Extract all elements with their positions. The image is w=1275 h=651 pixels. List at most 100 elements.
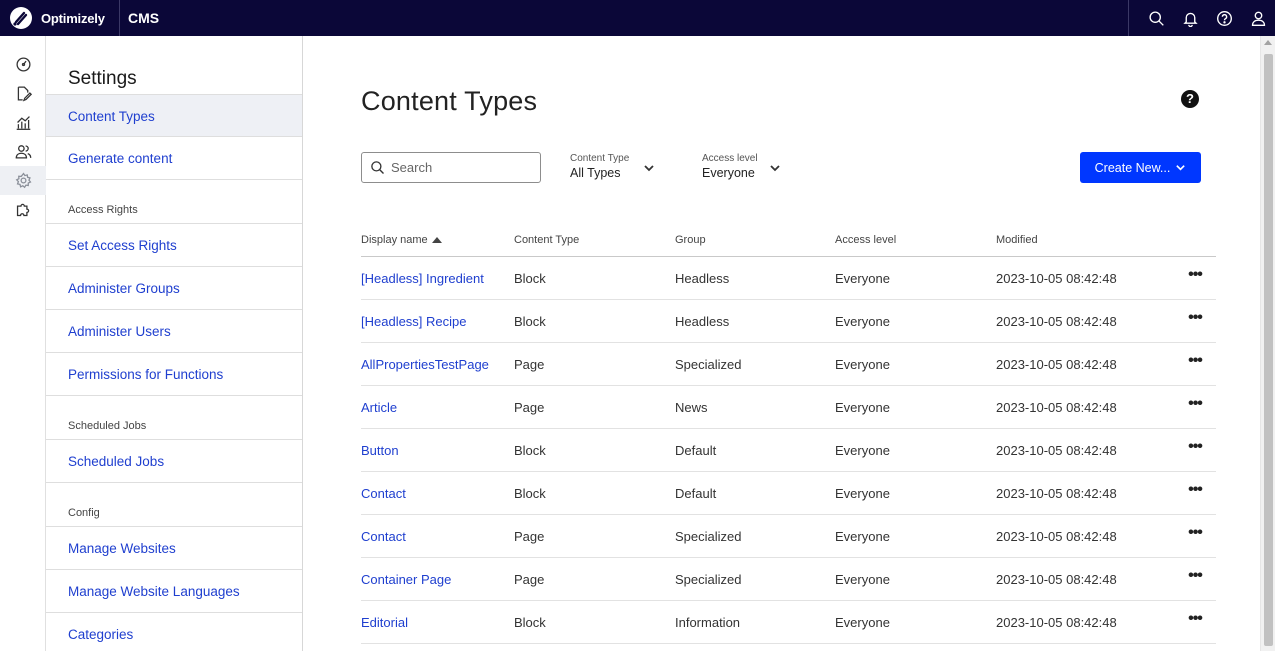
cell-modified: 2023-10-05 08:42:48 — [996, 485, 1117, 501]
cell-group: Specialized — [675, 528, 742, 544]
settings-title: Settings — [68, 68, 137, 89]
cell-modified: 2023-10-05 08:42:48 — [996, 528, 1117, 544]
help-icon[interactable] — [1207, 0, 1241, 36]
more-options-icon[interactable]: ••• — [1188, 310, 1203, 326]
help-button[interactable]: ? — [1181, 90, 1199, 108]
cell-display-name[interactable]: Contact — [361, 529, 514, 544]
row-actions-cell: ••• — [1174, 439, 1216, 455]
nav-administer-users[interactable]: Administer Users — [46, 310, 302, 353]
section-config: Config — [46, 483, 302, 527]
more-options-icon[interactable]: ••• — [1188, 482, 1203, 498]
cell-display-name[interactable]: Editorial — [361, 615, 514, 630]
cell-group: Headless — [675, 313, 730, 329]
more-options-icon[interactable]: ••• — [1188, 525, 1203, 541]
scroll-up-arrow-icon[interactable] — [1264, 40, 1272, 45]
create-new-button[interactable]: Create New... — [1080, 152, 1201, 183]
cell-content-type: Page — [514, 356, 545, 372]
header-modified[interactable]: Modified — [996, 234, 1174, 256]
more-options-icon[interactable]: ••• — [1188, 396, 1203, 412]
search-field[interactable] — [361, 152, 541, 183]
dashboard-icon[interactable] — [0, 50, 46, 79]
more-options-icon[interactable]: ••• — [1188, 439, 1203, 455]
product-name[interactable]: CMS — [128, 10, 159, 26]
nav-generate-content[interactable]: Generate content — [46, 137, 302, 180]
nav-set-access-rights[interactable]: Set Access Rights — [46, 224, 302, 267]
table-row: [Headless] Recipe Block Headless Everyone 20… — [361, 300, 1216, 343]
more-options-icon[interactable]: ••• — [1188, 267, 1203, 283]
bell-icon[interactable] — [1173, 0, 1207, 36]
search-icon — [371, 161, 384, 174]
cell-modified: 2023-10-05 08:42:48 — [996, 571, 1117, 587]
gear-icon[interactable] — [0, 166, 46, 195]
nav-permissions-for-functions[interactable]: Permissions for Functions — [46, 353, 302, 396]
more-options-icon[interactable]: ••• — [1188, 611, 1203, 627]
cell-modified: 2023-10-05 08:42:48 — [996, 270, 1117, 286]
content-type-filter[interactable]: Content Type All Types — [570, 153, 660, 183]
more-options-icon[interactable]: ••• — [1188, 568, 1203, 584]
chevron-down-icon — [769, 161, 781, 179]
cell-display-name[interactable]: Container Page — [361, 572, 514, 587]
cell-modified: 2023-10-05 08:42:48 — [996, 313, 1117, 329]
table-row: Contact Block Default Everyone 2023-10-05 08… — [361, 472, 1216, 515]
cell-group: Specialized — [675, 356, 742, 372]
table-header: Display name Content Type Group Access l… — [361, 234, 1216, 257]
cell-group: News — [675, 399, 708, 415]
nav-categories[interactable]: Categories — [46, 613, 302, 651]
header-group[interactable]: Group — [675, 234, 835, 256]
cell-access-level: Everyone — [835, 313, 890, 329]
access-level-filter[interactable]: Access level Everyone — [702, 153, 786, 183]
row-actions-cell: ••• — [1174, 310, 1216, 326]
top-bar: Optimizely CMS — [0, 0, 1275, 36]
nav-scheduled-jobs[interactable]: Scheduled Jobs — [46, 440, 302, 483]
cell-access-level: Everyone — [835, 442, 890, 458]
section-scheduled-jobs: Scheduled Jobs — [46, 396, 302, 440]
people-icon[interactable] — [0, 137, 46, 166]
cell-access-level: Everyone — [835, 571, 890, 587]
addons-icon[interactable] — [0, 195, 46, 224]
user-icon[interactable] — [1241, 0, 1275, 36]
search-icon[interactable] — [1139, 0, 1173, 36]
cell-group: Default — [675, 442, 717, 458]
nav-content-types[interactable]: Content Types — [46, 94, 302, 137]
analytics-icon[interactable] — [0, 108, 46, 137]
cell-access-level: Everyone — [835, 528, 890, 544]
edit-icon[interactable] — [0, 79, 46, 108]
cell-modified: 2023-10-05 08:42:48 — [996, 442, 1117, 458]
cell-display-name[interactable]: AllPropertiesTestPage — [361, 357, 514, 372]
cell-display-name[interactable]: Article — [361, 400, 514, 415]
cell-display-name[interactable]: Contact — [361, 486, 514, 501]
cell-display-name[interactable]: Button — [361, 443, 514, 458]
cell-group: Headless — [675, 270, 730, 286]
cell-content-type: Page — [514, 571, 545, 587]
brand[interactable]: Optimizely — [0, 0, 120, 36]
table-body: [Headless] Ingredient Block Headless Everyo… — [361, 257, 1216, 644]
cell-display-name[interactable]: [Headless] Recipe — [361, 314, 514, 329]
row-actions-cell: ••• — [1174, 482, 1216, 498]
nav-manage-website-languages[interactable]: Manage Website Languages — [46, 570, 302, 613]
search-input[interactable] — [391, 160, 531, 175]
icon-rail — [0, 36, 46, 651]
nav-administer-groups[interactable]: Administer Groups — [46, 267, 302, 310]
page-scrollbar[interactable] — [1260, 36, 1275, 651]
cell-group: Information — [675, 614, 741, 630]
row-actions-cell: ••• — [1174, 353, 1216, 369]
chevron-down-icon — [643, 161, 655, 179]
cell-content-type: Block — [514, 313, 546, 329]
table-row: Container Page Page Specialized Everyone 202… — [361, 558, 1216, 601]
cell-content-type: Block — [514, 442, 546, 458]
more-options-icon[interactable]: ••• — [1188, 353, 1203, 369]
cell-access-level: Everyone — [835, 614, 890, 630]
cell-content-type: Block — [514, 270, 546, 286]
table-row: Editorial Block Information Everyone 2023-10… — [361, 601, 1216, 644]
cell-modified: 2023-10-05 08:42:48 — [996, 399, 1117, 415]
table-row: Button Block Default Everyone 2023-10-05 08:… — [361, 429, 1216, 472]
optimizely-logo-icon — [10, 7, 32, 29]
nav-manage-websites[interactable]: Manage Websites — [46, 527, 302, 570]
cell-display-name[interactable]: [Headless] Ingredient — [361, 271, 514, 286]
cell-group: Default — [675, 485, 717, 501]
cell-access-level: Everyone — [835, 356, 890, 372]
header-content-type[interactable]: Content Type — [514, 234, 675, 256]
scroll-thumb[interactable] — [1264, 54, 1273, 646]
header-display-name[interactable]: Display name — [361, 234, 514, 256]
header-access-level[interactable]: Access level — [835, 234, 996, 256]
